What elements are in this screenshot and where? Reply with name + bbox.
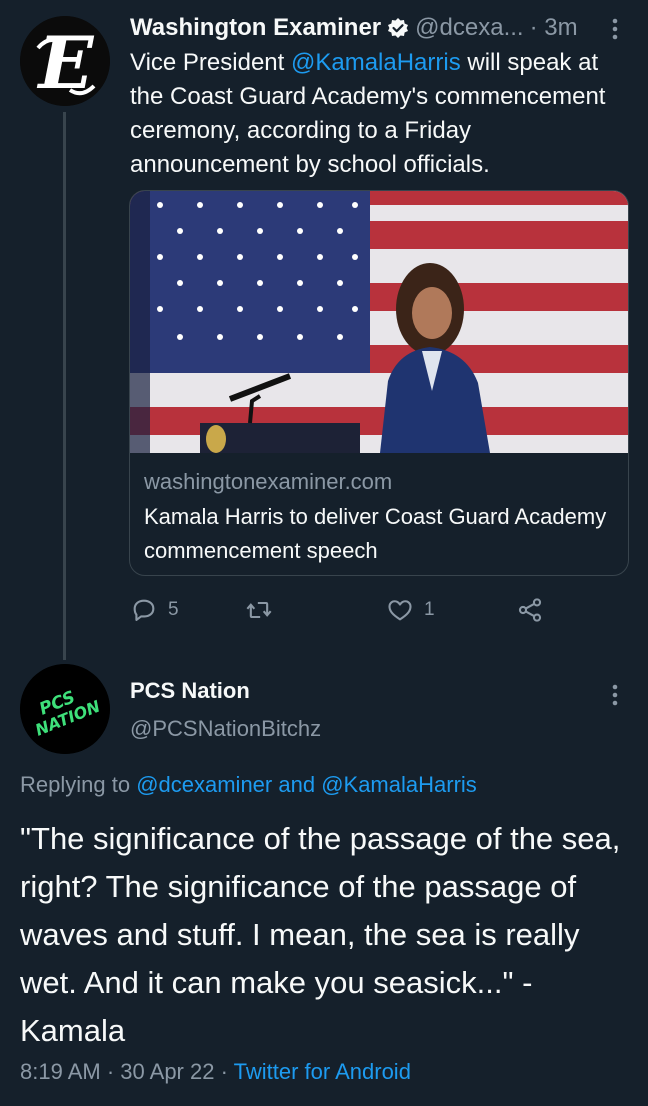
like-icon xyxy=(388,600,412,621)
author-handle[interactable]: @dcexa... xyxy=(415,14,523,42)
like-count: 1 xyxy=(424,599,435,620)
replying-and: and xyxy=(272,772,322,797)
reply-button[interactable]: 5 xyxy=(130,590,179,630)
pcs-nation-logo: PCS NATION xyxy=(20,664,110,754)
verified-badge-icon xyxy=(387,17,409,39)
thread-line xyxy=(63,112,66,660)
link-card[interactable]: washingtonexaminer.com Kamala Harris to … xyxy=(129,190,629,576)
card-domain: washingtonexaminer.com xyxy=(144,469,393,494)
washington-examiner-avatar[interactable]: E xyxy=(20,16,110,106)
tweet-time[interactable]: 8:19 AM xyxy=(20,1059,101,1084)
mention-link[interactable]: @KamalaHarris xyxy=(291,49,461,76)
share-button[interactable] xyxy=(516,590,544,630)
tweet-time[interactable]: · 3m xyxy=(530,14,578,42)
more-icon[interactable] xyxy=(606,12,624,46)
card-image xyxy=(130,191,628,453)
author-name[interactable]: PCS Nation xyxy=(130,678,250,704)
tweet-date[interactable]: 30 Apr 22 xyxy=(120,1059,214,1084)
pcs-nation-avatar[interactable]: PCS NATION xyxy=(20,664,110,754)
mention-link[interactable]: @dcexaminer xyxy=(136,772,272,797)
retweet-button[interactable] xyxy=(245,590,273,630)
tweet-source[interactable]: Twitter for Android xyxy=(234,1059,411,1084)
more-icon[interactable] xyxy=(606,678,624,712)
tweet-meta: 8:19 AM · 30 Apr 22 · Twitter for Androi… xyxy=(20,1059,411,1084)
share-icon xyxy=(518,598,542,622)
card-title: Kamala Harris to deliver Coast Guard Aca… xyxy=(144,504,607,563)
washington-examiner-logo: E xyxy=(20,16,110,106)
mention-link[interactable]: @KamalaHarris xyxy=(321,772,477,797)
tweet1-header: Washington Examiner @dcexa... · 3m xyxy=(130,12,635,44)
reply-count: 5 xyxy=(168,599,179,620)
reply-icon xyxy=(133,599,155,621)
tweet-text-part: Vice President xyxy=(130,49,291,76)
retweet-icon xyxy=(246,601,272,619)
like-button[interactable]: 1 xyxy=(386,590,435,630)
tweet1-text: Vice President @KamalaHarris will speak … xyxy=(130,46,630,182)
tweet2-text: "The significance of the passage of the … xyxy=(20,821,621,1048)
author-handle[interactable]: @PCSNationBitchz xyxy=(130,716,321,742)
author-name[interactable]: Washington Examiner xyxy=(130,14,381,42)
replying-to: Replying to @dcexaminer and @KamalaHarri… xyxy=(20,772,477,798)
replying-prefix: Replying to xyxy=(20,772,137,797)
tweet1-actions: 5 1 xyxy=(130,590,630,630)
